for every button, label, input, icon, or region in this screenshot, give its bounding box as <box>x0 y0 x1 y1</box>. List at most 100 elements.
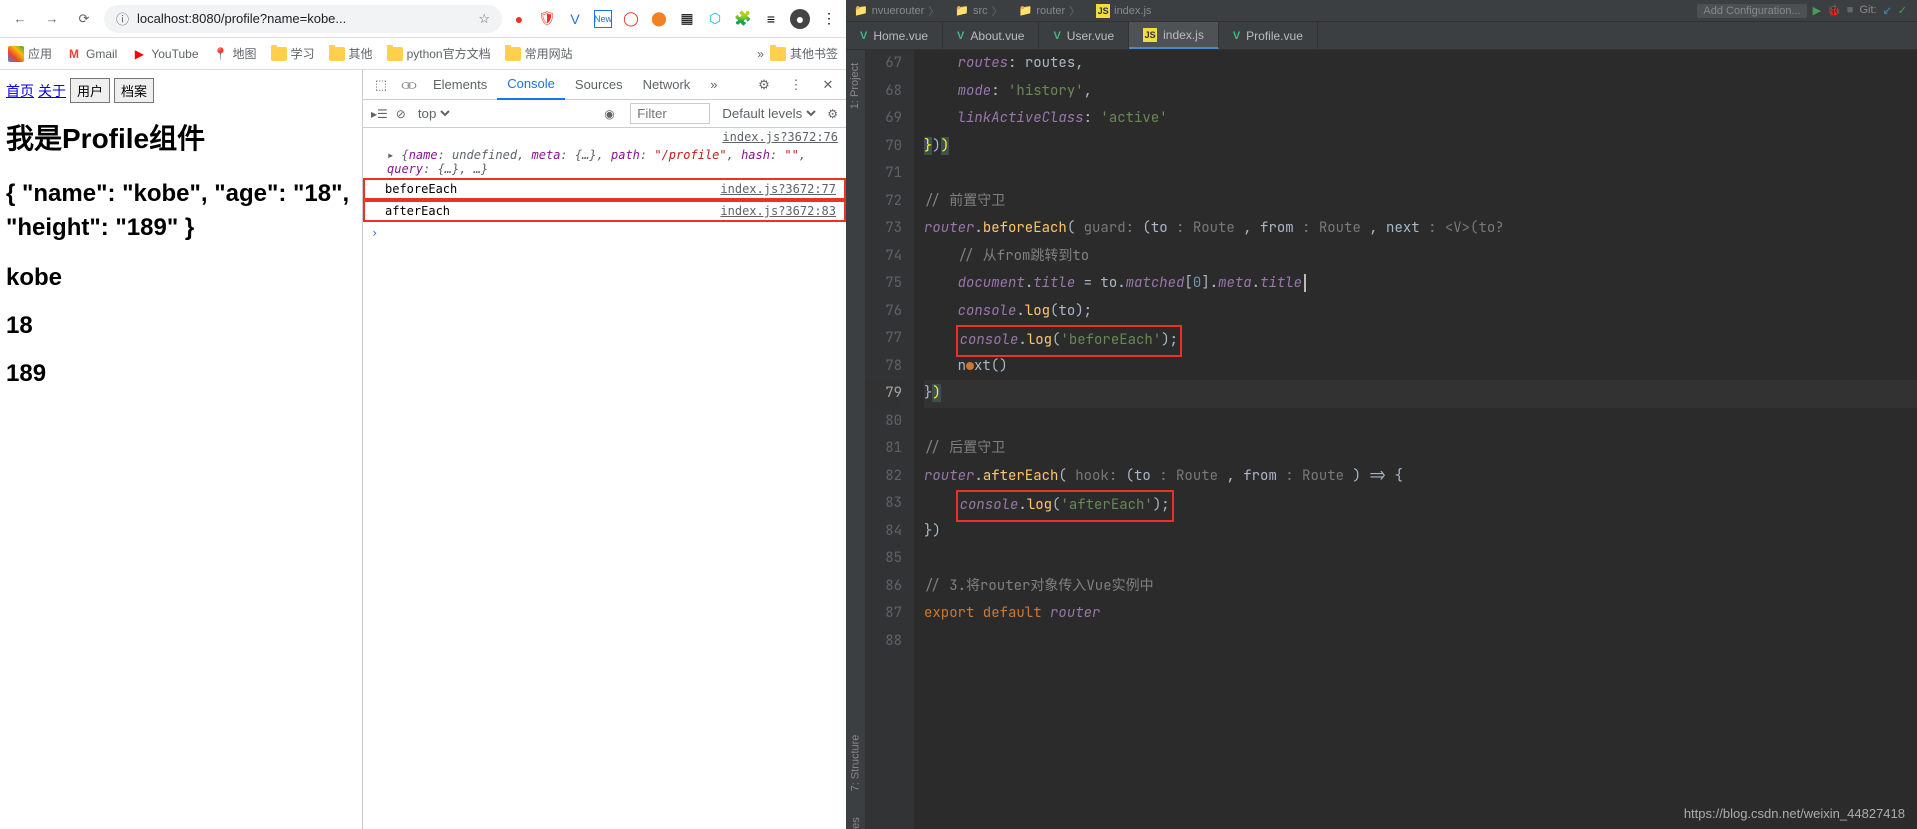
levels-select[interactable]: Default levels <box>718 105 819 122</box>
file-tab-index-js[interactable]: JSindex.js <box>1129 22 1219 49</box>
page-heading: 我是Profile组件 <box>6 117 356 157</box>
bookmark-item[interactable]: 常用网站 <box>505 45 573 62</box>
bookmark-item[interactable]: MGmail <box>66 45 117 62</box>
inspect-icon[interactable]: ⬚ <box>367 71 395 99</box>
favorites-tool-label[interactable]: es <box>850 817 862 829</box>
code-line-78[interactable]: nxt() <box>924 353 1917 381</box>
more-tabs-icon[interactable]: » <box>700 70 727 100</box>
code-line-86[interactable]: // 3.将router对象传入Vue实例中 <box>924 573 1917 601</box>
device-icon[interactable]: ⫏⫐ <box>395 71 423 99</box>
console-output: index.js?3672:76 ▸ {name: undefined, met… <box>363 128 846 829</box>
ext-icon-2[interactable]: 🛡 <box>538 10 556 28</box>
filter-input[interactable] <box>630 103 710 124</box>
git-pull-icon[interactable]: ↙ <box>1883 4 1892 18</box>
back-button[interactable]: ← <box>8 7 32 31</box>
code-line-67[interactable]: routes: routes, <box>924 50 1917 78</box>
ext-icon-4[interactable]: New <box>594 10 612 28</box>
code-line-88[interactable] <box>924 628 1917 656</box>
source-link[interactable]: index.js?3672:76 <box>722 130 838 144</box>
ext-icon-3[interactable]: V <box>566 10 584 28</box>
info-icon: ⓘ <box>116 9 129 28</box>
code-line-69[interactable]: linkActiveClass: 'active' <box>924 105 1917 133</box>
log-source-link[interactable]: index.js?3672:83 <box>720 204 836 218</box>
code-line-87[interactable]: export default router <box>924 600 1917 628</box>
git-commit-icon[interactable]: ✓ <box>1898 4 1907 18</box>
maps-icon: 📍 <box>213 46 229 62</box>
kebab-icon[interactable]: ⋮ <box>782 71 810 99</box>
run-config-button[interactable]: Add Configuration... <box>1697 4 1806 18</box>
devtools-tab-sources[interactable]: Sources <box>565 70 633 100</box>
close-icon[interactable]: ✕ <box>814 71 842 99</box>
code-area[interactable]: routes: routes, mode: 'history', linkAct… <box>914 50 1917 829</box>
eye-icon[interactable]: ◉ <box>604 107 622 121</box>
breadcrumb-item[interactable]: JSindex.js <box>1088 3 1159 19</box>
profile-icon[interactable]: ● <box>790 9 810 29</box>
log-object[interactable]: ▸ {name: undefined, meta: {…}, path: "/p… <box>363 146 846 178</box>
ext-icon-7[interactable]: ▦ <box>678 10 696 28</box>
file-tab-Home-vue[interactable]: VHome.vue <box>846 22 943 49</box>
breadcrumb-item[interactable]: 📁router 〉 <box>1011 3 1088 19</box>
forward-button[interactable]: → <box>40 7 64 31</box>
chevron-right-icon[interactable]: » <box>757 47 764 61</box>
archive-button[interactable]: 档案 <box>114 78 154 103</box>
nav-home-link[interactable]: 首页 <box>6 81 34 101</box>
code-line-85[interactable] <box>924 545 1917 573</box>
code-line-74[interactable]: // 从from跳转到to <box>924 243 1917 271</box>
run-icon[interactable]: ▶ <box>1813 4 1821 18</box>
nav-about-link[interactable]: 关于 <box>38 81 66 101</box>
bookmark-item[interactable]: ▶YouTube <box>131 45 198 62</box>
breadcrumb-item[interactable]: 📁nvuerouter 〉 <box>846 3 947 19</box>
code-line-71[interactable] <box>924 160 1917 188</box>
devtools-tab-elements[interactable]: Elements <box>423 70 497 100</box>
reading-list-icon[interactable]: ≡ <box>762 10 780 28</box>
structure-tool-label[interactable]: 7: Structure <box>850 735 862 792</box>
log-source-link[interactable]: index.js?3672:77 <box>720 182 836 196</box>
code-line-75[interactable]: document.title = to.matched[0].meta.titl… <box>924 270 1917 298</box>
gear-icon[interactable]: ⚙ <box>827 107 838 121</box>
project-tool-label[interactable]: 1: Project <box>850 63 862 109</box>
sidebar-toggle-icon[interactable]: ▸☰ <box>371 107 388 121</box>
star-icon[interactable]: ☆ <box>478 11 490 27</box>
ext-icon-1[interactable]: ● <box>510 10 528 28</box>
bookmark-item[interactable]: 其他 <box>329 45 373 62</box>
ext-icon-8[interactable]: ⬡ <box>706 10 724 28</box>
context-select[interactable]: top <box>414 105 453 122</box>
url-bar[interactable]: ⓘ localhost:8080/profile?name=kobe... ☆ <box>104 5 502 33</box>
code-line-76[interactable]: console.log(to); <box>924 298 1917 326</box>
extensions-icon[interactable]: 🧩 <box>734 10 752 28</box>
devtools-tab-network[interactable]: Network <box>633 70 701 100</box>
ext-icon-6[interactable]: ⬤ <box>650 10 668 28</box>
file-tab-About-vue[interactable]: VAbout.vue <box>943 22 1039 49</box>
code-line-80[interactable] <box>924 408 1917 436</box>
debug-icon[interactable]: 🐞 <box>1827 4 1841 18</box>
console-toolbar: ▸☰ ⊘ top ◉ Default levels ⚙ <box>363 100 846 128</box>
code-line-79[interactable]: }) <box>924 380 1917 408</box>
bookmark-item[interactable]: python官方文档 <box>387 45 491 62</box>
code-line-82[interactable]: router.afterEach( hook: (to : Route , fr… <box>924 463 1917 491</box>
code-line-77[interactable]: console.log('beforeEach'); <box>924 325 1917 353</box>
settings-icon[interactable]: ⚙ <box>750 71 778 99</box>
code-line-81[interactable]: // 后置守卫 <box>924 435 1917 463</box>
bookmark-item[interactable]: 📍地图 <box>213 45 257 62</box>
code-line-68[interactable]: mode: 'history', <box>924 78 1917 106</box>
console-prompt[interactable]: › <box>363 222 846 244</box>
code-line-83[interactable]: console.log('afterEach'); <box>924 490 1917 518</box>
ext-icon-5[interactable]: ◯ <box>622 10 640 28</box>
code-line-73[interactable]: router.beforeEach( guard: (to : Route , … <box>924 215 1917 243</box>
code-line-70[interactable]: })) <box>924 133 1917 161</box>
bookmark-item[interactable]: 学习 <box>271 45 315 62</box>
devtools-tab-console[interactable]: Console <box>497 70 565 100</box>
other-bookmarks[interactable]: 其他书签 <box>770 45 838 62</box>
code-line-72[interactable]: // 前置守卫 <box>924 188 1917 216</box>
code-line-84[interactable]: }) <box>924 518 1917 546</box>
file-tab-User-vue[interactable]: VUser.vue <box>1039 22 1129 49</box>
vue-icon: V <box>1053 30 1060 42</box>
menu-icon[interactable]: ⋮ <box>820 10 838 28</box>
apps-bookmark[interactable]: 应用 <box>8 45 52 62</box>
clear-icon[interactable]: ⊘ <box>396 107 406 121</box>
breadcrumb-item[interactable]: 📁src 〉 <box>947 3 1010 19</box>
user-button[interactable]: 用户 <box>70 78 110 103</box>
file-tab-Profile-vue[interactable]: VProfile.vue <box>1219 22 1318 49</box>
reload-button[interactable]: ⟳ <box>72 7 96 31</box>
code-editor[interactable]: 6768697071727374757677787980818283848586… <box>866 50 1917 829</box>
